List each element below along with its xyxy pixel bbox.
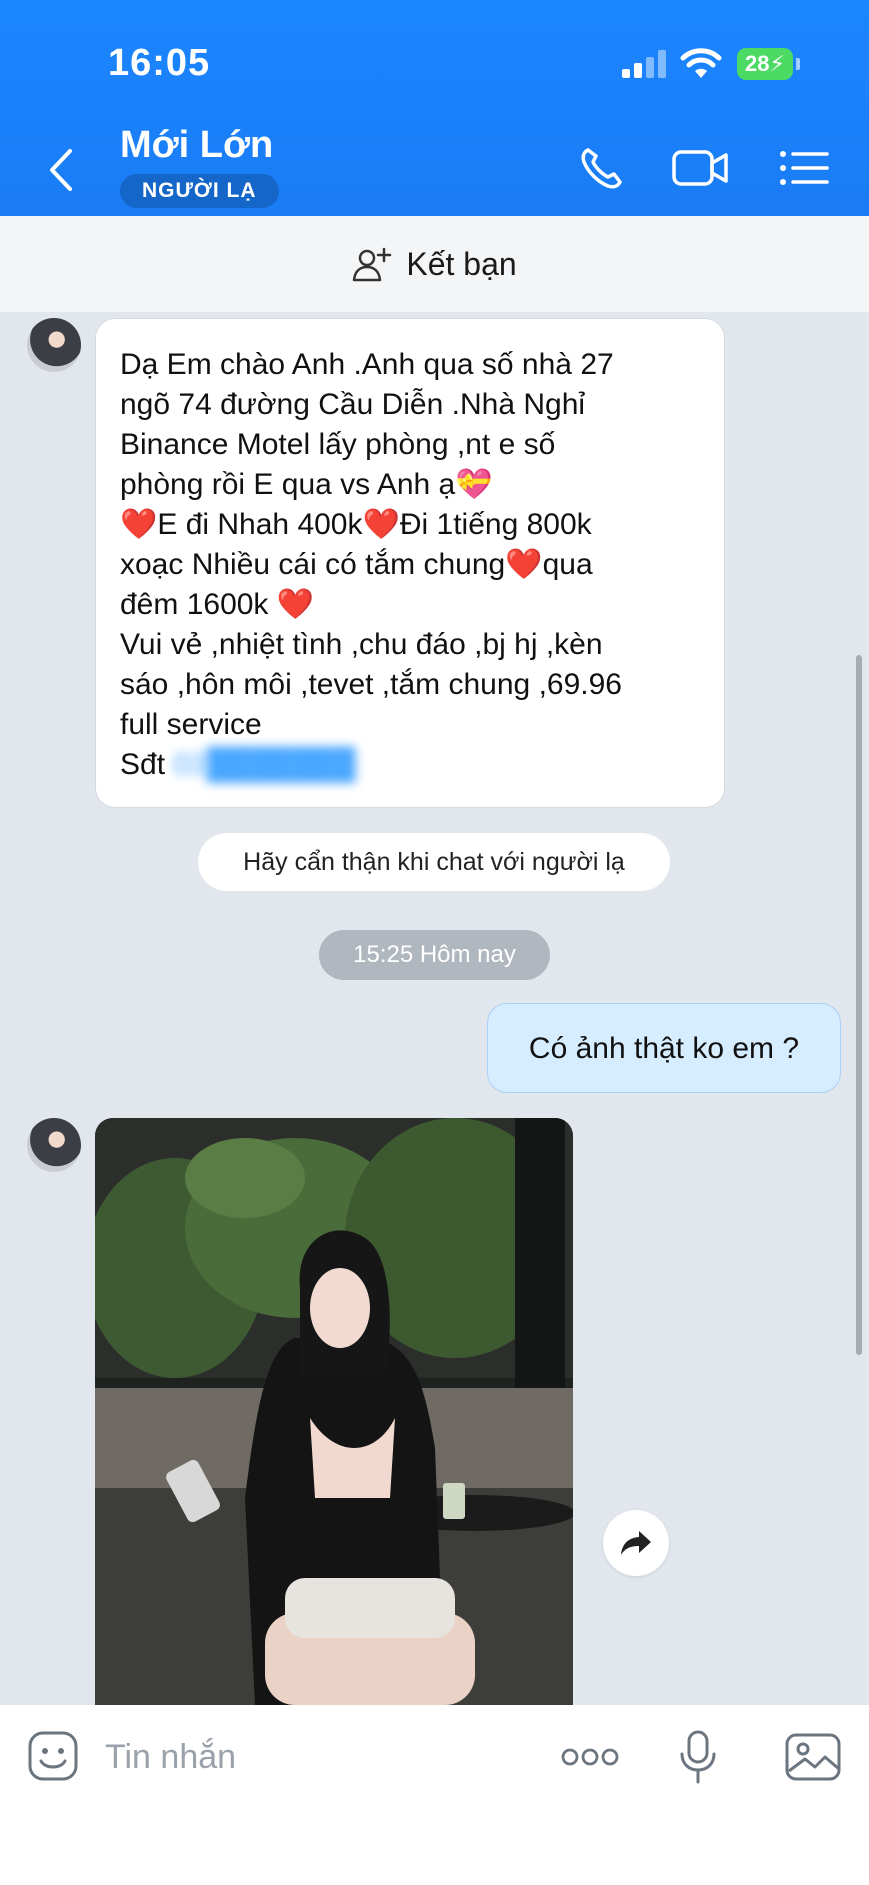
message-line: full service: [120, 708, 262, 741]
message-line: phòng rồi E qua vs Anh ạ💝: [120, 468, 493, 501]
stranger-warning: Hãy cẩn thận khi chat với người lạ: [198, 833, 670, 891]
phone-icon[interactable]: [572, 140, 632, 196]
message-line: Dạ Em chào Anh .Anh qua số nhà 27: [120, 348, 614, 381]
message-line: đêm 1600k ❤️: [120, 588, 315, 621]
message-line: ngõ 74 đường Cầu Diễn .Nhà Nghỉ: [120, 388, 586, 421]
stranger-badge: NGƯỜI LẠ: [120, 174, 279, 208]
message-line: sáo ,hôn môi ,tevet ,tắm chung ,69.96: [120, 668, 622, 701]
heart-emoji: ❤️: [362, 508, 400, 541]
status-time: 16:05: [108, 42, 211, 84]
blurred-phone-digits: ███████: [206, 748, 356, 781]
battery-indicator: 28⚡: [737, 48, 800, 80]
timestamp-divider: 15:25 Hôm nay: [319, 930, 550, 980]
heart-emoji: ❤️: [120, 508, 158, 541]
add-friend-label: Kết bạn: [406, 245, 517, 282]
message-line: ❤️E đi Nhah 400k❤️Đi 1tiếng 800k: [120, 508, 592, 541]
chat-header: 16:05 28⚡ Mới Lớn NGƯỜI LẠ: [0, 0, 869, 216]
wifi-icon: [680, 48, 722, 78]
heart-emoji: ❤️: [276, 588, 315, 621]
chat-title[interactable]: Mới Lớn: [120, 124, 273, 167]
message-line: Sđt 03███████: [120, 748, 356, 781]
message-line: Binance Motel lấy phòng ,nt e số: [120, 428, 556, 461]
microphone-icon[interactable]: [678, 1730, 718, 1784]
message-line: Vui vẻ ,nhiệt tình ,chu đáo ,bj hj ,kèn: [120, 628, 603, 661]
emoji-icon[interactable]: [27, 1730, 79, 1782]
photo-message[interactable]: [95, 1118, 573, 1705]
incoming-message[interactable]: Dạ Em chào Anh .Anh qua số nhà 27 ngõ 74…: [95, 318, 725, 808]
video-camera-icon[interactable]: [670, 140, 730, 196]
phone-number-link[interactable]: 03: [173, 748, 206, 781]
outgoing-message[interactable]: Có ảnh thật ko em ?: [487, 1003, 841, 1093]
add-friend-button[interactable]: Kết bạn: [0, 216, 869, 312]
cellular-signal-icon: [622, 50, 666, 78]
scrollbar[interactable]: [856, 655, 862, 1355]
chevron-left-icon[interactable]: [42, 145, 82, 195]
avatar[interactable]: [27, 318, 81, 372]
add-user-icon: [353, 247, 392, 282]
message-line: xoạc Nhiều cái có tắm chung❤️qua: [120, 548, 593, 581]
heart-emoji: ❤️: [505, 548, 543, 581]
list-icon[interactable]: [775, 140, 835, 196]
forward-arrow-icon: [621, 1531, 651, 1555]
more-dots-icon[interactable]: [560, 1745, 620, 1769]
message-input[interactable]: [105, 1730, 505, 1784]
avatar[interactable]: [27, 1118, 81, 1172]
share-button[interactable]: [603, 1510, 669, 1576]
image-icon[interactable]: [785, 1733, 841, 1781]
